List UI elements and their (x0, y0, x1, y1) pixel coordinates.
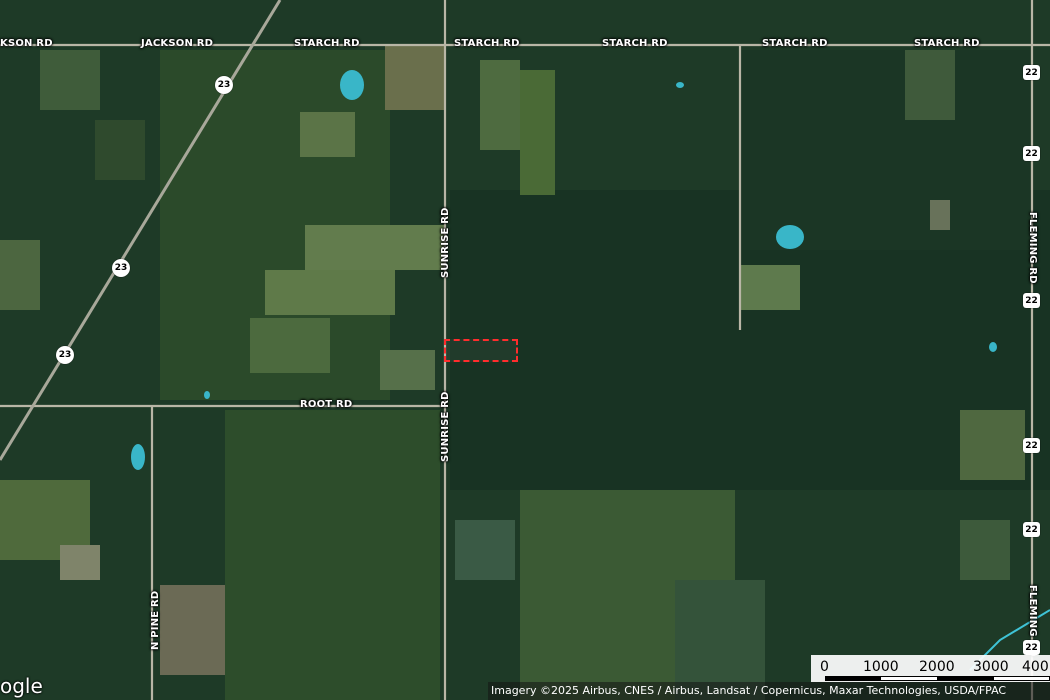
scale-label: 400 (1022, 659, 1049, 675)
route-23-shield-icon: 23 (215, 76, 233, 94)
google-logo: ogle (0, 674, 43, 698)
route-22-shield-icon: 22 (1023, 640, 1040, 655)
road-label-jackson-rd: JACKSON RD (141, 38, 214, 49)
road-label-sunrise-rd: SUNRISE RD (440, 391, 451, 462)
road-label-starch-rd: STARCH RD (294, 38, 360, 49)
map-viewport[interactable]: KSON RD JACKSON RD STARCH RD STARCH RD S… (0, 0, 1050, 700)
road-label-n-pine-rd: N PINE RD (150, 590, 161, 650)
scale-label: 1000 (863, 659, 899, 675)
route-22-shield-icon: 22 (1023, 522, 1040, 537)
scale-label: 3000 (973, 659, 1009, 675)
route-22-shield-icon: 22 (1023, 146, 1040, 161)
route-22-shield-icon: 22 (1023, 65, 1040, 80)
road-label-starch-rd: STARCH RD (914, 38, 980, 49)
scale-segments (825, 676, 1050, 681)
road-label-starch-rd: STARCH RD (454, 38, 520, 49)
road-label-root-rd: ROOT RD (300, 399, 353, 410)
route-22-shield-icon: 22 (1023, 438, 1040, 453)
scale-label: 2000 (919, 659, 955, 675)
route-22-shield-icon: 22 (1023, 293, 1040, 308)
route-23-shield-icon: 23 (112, 259, 130, 277)
road-label-fleming-rd: FLEMING RD (1027, 212, 1038, 284)
road-label-starch-rd: STARCH RD (762, 38, 828, 49)
scale-label: 0 (820, 659, 829, 675)
road-label-jackson-rd: KSON RD (0, 38, 53, 49)
road-label-sunrise-rd: SUNRISE RD (440, 207, 451, 278)
imagery-attribution: Imagery ©2025 Airbus, CNES / Airbus, Lan… (488, 682, 1050, 700)
parcel-boundary[interactable] (444, 339, 518, 362)
road-label-starch-rd: STARCH RD (602, 38, 668, 49)
route-23-shield-icon: 23 (56, 346, 74, 364)
scale-bar: 0 1000 2000 3000 400 (811, 655, 1050, 682)
